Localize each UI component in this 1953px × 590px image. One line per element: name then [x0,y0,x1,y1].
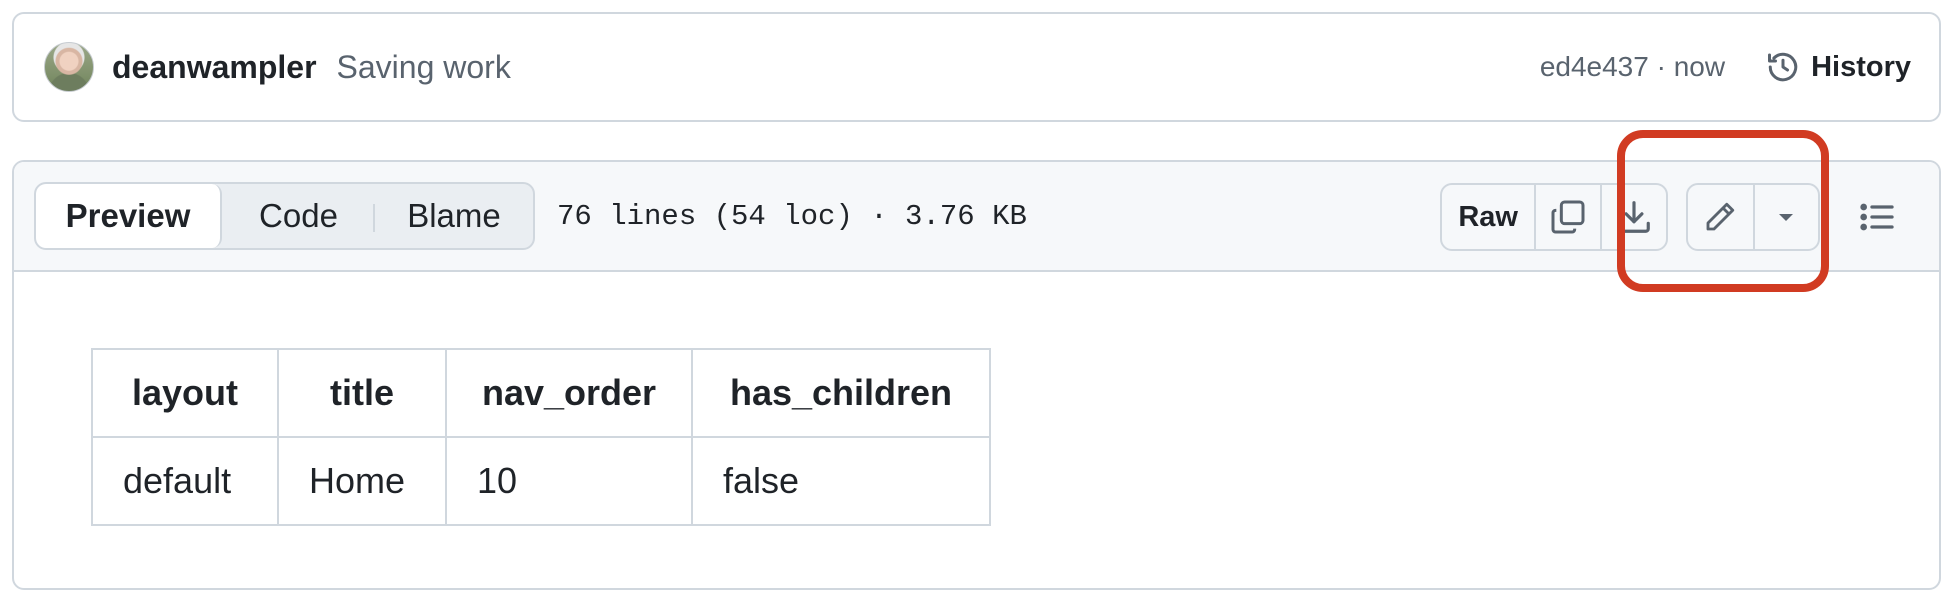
table-header-cell: layout [91,348,279,438]
view-mode-switcher: Preview Code Blame [34,182,535,250]
table-cell: 10 [445,436,693,526]
edit-options-dropdown[interactable] [1752,185,1818,249]
file-info: 76 lines (54 loc) · 3.76 KB [557,199,1027,233]
commit-author-link[interactable]: deanwampler [112,49,317,86]
file-header-toolbar: Preview Code Blame 76 lines (54 loc) · 3… [14,162,1939,272]
table-row: default Home 10 false [91,436,991,526]
symbols-outline-button[interactable] [1850,190,1904,244]
blame-tab[interactable]: Blame [375,184,533,248]
table-header-row: layout title nav_order has_children [91,348,991,438]
code-tab[interactable]: Code [222,184,375,248]
list-unordered-icon [1860,203,1894,231]
table-header-cell: has_children [691,348,991,438]
download-icon [1618,201,1650,233]
copy-raw-button[interactable] [1534,185,1600,249]
edit-button-group [1686,183,1820,251]
commit-message-link[interactable]: Saving work [337,49,511,86]
copy-icon [1551,200,1585,234]
triangle-down-icon [1779,214,1794,221]
latest-commit-bar: deanwampler Saving work ed4e437 · now Hi… [12,12,1941,122]
commit-hash-time[interactable]: ed4e437 · now [1540,51,1725,83]
front-matter-table: layout title nav_order has_children defa… [91,348,991,526]
table-cell: Home [277,436,447,526]
table-cell: default [91,436,279,526]
raw-button[interactable]: Raw [1442,185,1534,249]
history-button[interactable]: History [1765,49,1911,85]
pencil-icon [1707,202,1735,231]
preview-tab[interactable]: Preview [36,184,222,248]
table-header-cell: nav_order [445,348,693,438]
author-avatar[interactable] [44,42,94,92]
history-icon [1768,52,1798,82]
edit-file-button[interactable] [1688,185,1753,249]
raw-copy-download-group: Raw [1440,183,1668,251]
download-raw-button[interactable] [1600,185,1666,249]
table-header-cell: title [277,348,447,438]
history-label: History [1811,50,1911,83]
table-cell: false [691,436,991,526]
